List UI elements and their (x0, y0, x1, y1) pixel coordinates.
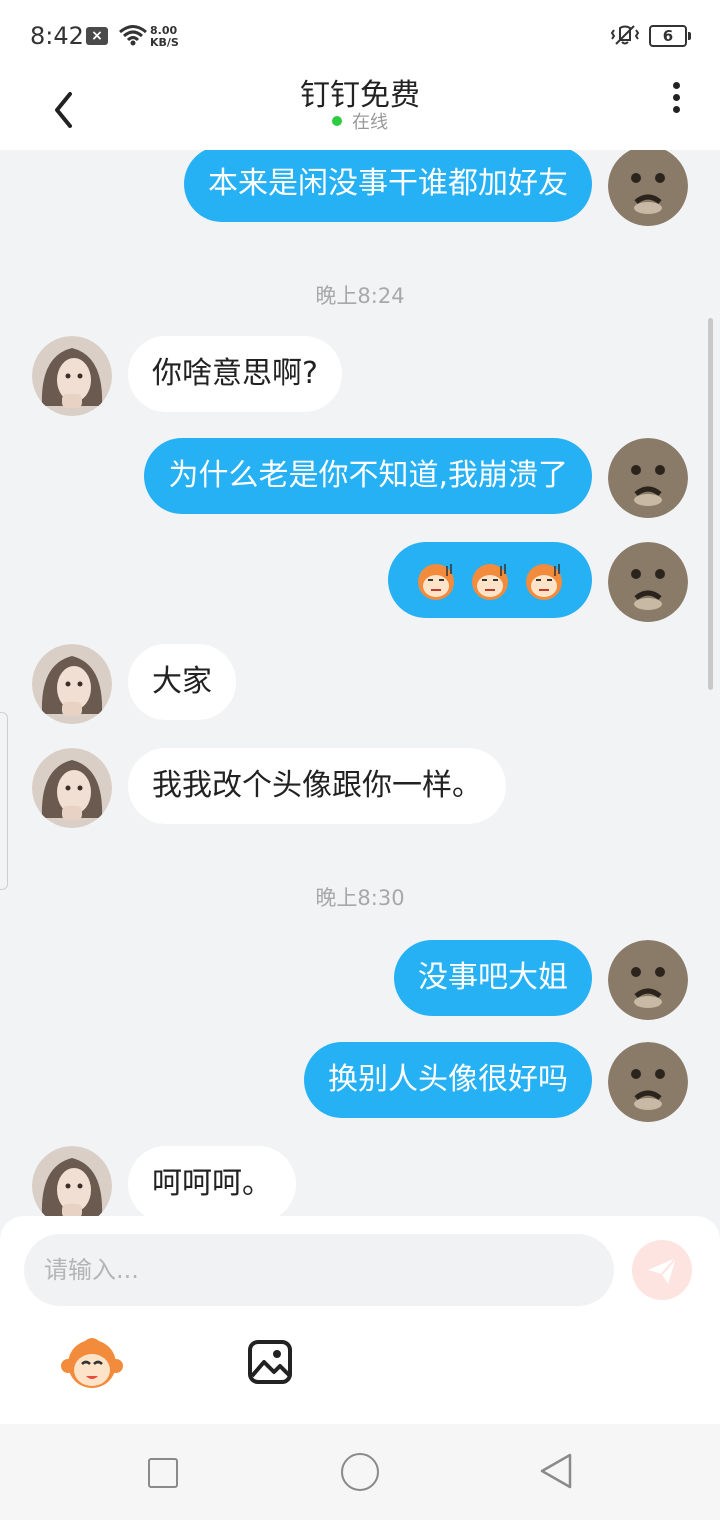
battery-indicator: 6 (649, 25, 691, 47)
incoming-message[interactable]: 大家 (128, 644, 236, 720)
recent-apps-button[interactable] (148, 1458, 178, 1488)
edge-panel-handle[interactable] (0, 712, 8, 890)
message-composer (0, 1216, 720, 1424)
chat-header: 钉钉免费 在线 (0, 70, 720, 150)
outgoing-sticker-message[interactable] (388, 542, 592, 618)
outgoing-message[interactable]: 没事吧大姐 (394, 940, 592, 1016)
paper-plane-icon (648, 1257, 677, 1284)
home-button[interactable] (341, 1453, 379, 1491)
sticker-button[interactable] (60, 1336, 124, 1392)
vibrate-icon (610, 24, 640, 52)
my-avatar[interactable] (608, 940, 688, 1020)
incoming-message[interactable]: 你啥意思啊? (128, 336, 342, 412)
my-avatar[interactable] (608, 438, 688, 518)
online-status: 在线 (0, 108, 720, 134)
timestamp: 晚上8:24 (315, 284, 405, 308)
contact-avatar[interactable] (32, 1146, 112, 1216)
outgoing-message[interactable]: 为什么老是你不知道,我崩溃了 (144, 438, 592, 514)
contact-avatar[interactable] (32, 336, 112, 416)
system-nav-bar (0, 1424, 720, 1520)
incoming-message[interactable]: 我我改个头像跟你一样。 (128, 748, 506, 824)
triangle-back-icon (540, 1453, 572, 1489)
back-nav-button[interactable] (538, 1452, 574, 1490)
more-options-button[interactable] (660, 82, 692, 122)
incoming-message[interactable]: 呵呵呵。 (128, 1146, 296, 1216)
monkey-face-icon (418, 564, 454, 600)
image-button[interactable] (246, 1338, 294, 1386)
my-avatar[interactable] (608, 150, 688, 226)
monkey-sticker-icon (61, 1338, 123, 1388)
message-list[interactable]: 本来是闲没事干谁都加好友 晚上8:24 你啥意思啊? 为什么老是你不知道,我崩溃… (0, 150, 720, 1216)
online-dot-icon (332, 116, 342, 126)
monkey-face-icon (472, 564, 508, 600)
send-button[interactable] (632, 1240, 692, 1300)
outgoing-message[interactable]: 本来是闲没事干谁都加好友 (184, 150, 592, 222)
network-speed-unit: KB/S (150, 36, 179, 49)
contact-avatar[interactable] (32, 748, 112, 828)
contact-avatar[interactable] (32, 644, 112, 724)
online-status-label: 在线 (352, 112, 388, 133)
status-time: 8:42 (30, 22, 84, 50)
chat-scrollbar[interactable] (708, 318, 713, 690)
wifi-icon (118, 24, 148, 50)
my-avatar[interactable] (608, 542, 688, 622)
timestamp: 晚上8:30 (315, 886, 405, 910)
monkey-face-icon (526, 564, 562, 600)
my-avatar[interactable] (608, 1042, 688, 1122)
message-input[interactable] (24, 1234, 614, 1306)
outgoing-message[interactable]: 换别人头像很好吗 (304, 1042, 592, 1118)
network-speed: 8.00 KB/S (150, 25, 179, 49)
image-icon (248, 1340, 292, 1384)
status-bar: 8:42 × 8.00 KB/S 6 (0, 0, 720, 70)
notification-x-icon: × (86, 27, 108, 45)
